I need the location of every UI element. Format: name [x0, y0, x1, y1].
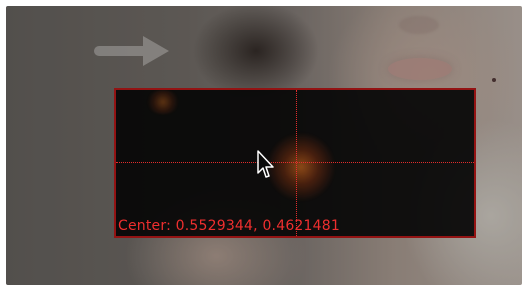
crosshair-vertical-line	[296, 90, 297, 236]
background-arrow-icon	[94, 36, 169, 66]
screenshot-frame: Center: 0.5529344, 0.4621481	[0, 0, 528, 291]
video-viewer[interactable]: Center: 0.5529344, 0.4621481	[6, 6, 522, 285]
overlay-center-glow	[266, 132, 336, 202]
center-coordinates-text: Center: 0.5529344, 0.4621481	[118, 218, 340, 234]
mouse-pointer-icon	[257, 150, 274, 178]
center-overlay-box[interactable]: Center: 0.5529344, 0.4621481	[114, 88, 476, 238]
overlay-small-glow	[146, 90, 180, 114]
subject-lips	[388, 58, 452, 80]
subject-mole	[492, 78, 496, 82]
crosshair-horizontal-line	[116, 162, 474, 163]
subject-nose-shadow	[399, 16, 439, 34]
